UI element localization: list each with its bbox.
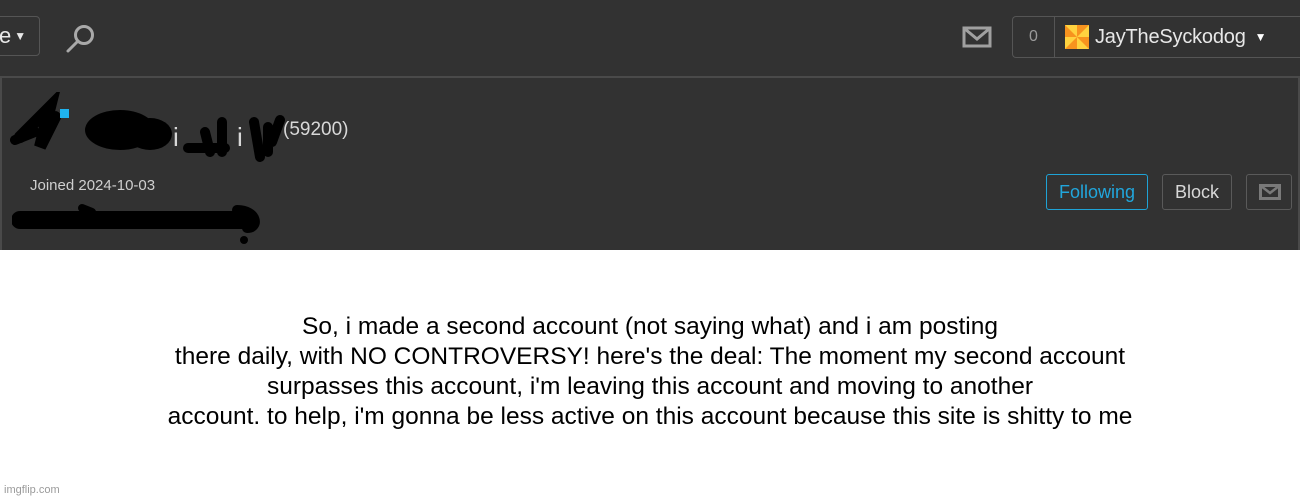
svg-text:i: i: [237, 122, 243, 152]
top-navigation-bar: e ▼ 0 JayTheSyckodog ▼: [0, 0, 1300, 76]
joined-date: Joined 2024-10-03: [30, 177, 156, 194]
nav-dropdown-label: e: [0, 23, 12, 48]
mail-icon[interactable]: [962, 26, 992, 48]
mail-icon: [1259, 184, 1281, 200]
caption-line: there daily, with NO CONTROVERSY! here's…: [174, 343, 1126, 370]
profile-header: i i (59200) Joined 2024-10-03 Following …: [0, 78, 1300, 250]
nav-dropdown[interactable]: e ▼: [0, 16, 40, 56]
user-menu[interactable]: 0 JayTheSyckodog ▼: [1012, 16, 1300, 58]
user-points: (59200): [283, 119, 349, 140]
caption-line: surpasses this account, i'm leaving this…: [267, 373, 1033, 400]
notification-count[interactable]: 0: [1013, 17, 1055, 57]
watermark: imgflip.com: [4, 484, 60, 496]
caption-line: account. to help, i'm gonna be less acti…: [167, 403, 1133, 430]
avatar: [1065, 25, 1089, 49]
redacted-bio: [12, 204, 260, 244]
caret-down-icon: ▼: [14, 29, 27, 43]
caption-line: So, i made a second account (not saying …: [302, 313, 998, 340]
caret-down-icon[interactable]: ▼: [1255, 30, 1267, 44]
redacted-username: i i: [10, 92, 285, 162]
username[interactable]: JayTheSyckodog: [1095, 26, 1246, 49]
message-button[interactable]: [1246, 174, 1292, 210]
meme-caption: So, i made a second account (not saying …: [0, 312, 1300, 432]
svg-text:i: i: [173, 122, 179, 152]
block-button[interactable]: Block: [1162, 174, 1232, 210]
divider: [0, 78, 2, 250]
following-button[interactable]: Following: [1046, 174, 1148, 210]
search-icon[interactable]: [64, 22, 98, 56]
